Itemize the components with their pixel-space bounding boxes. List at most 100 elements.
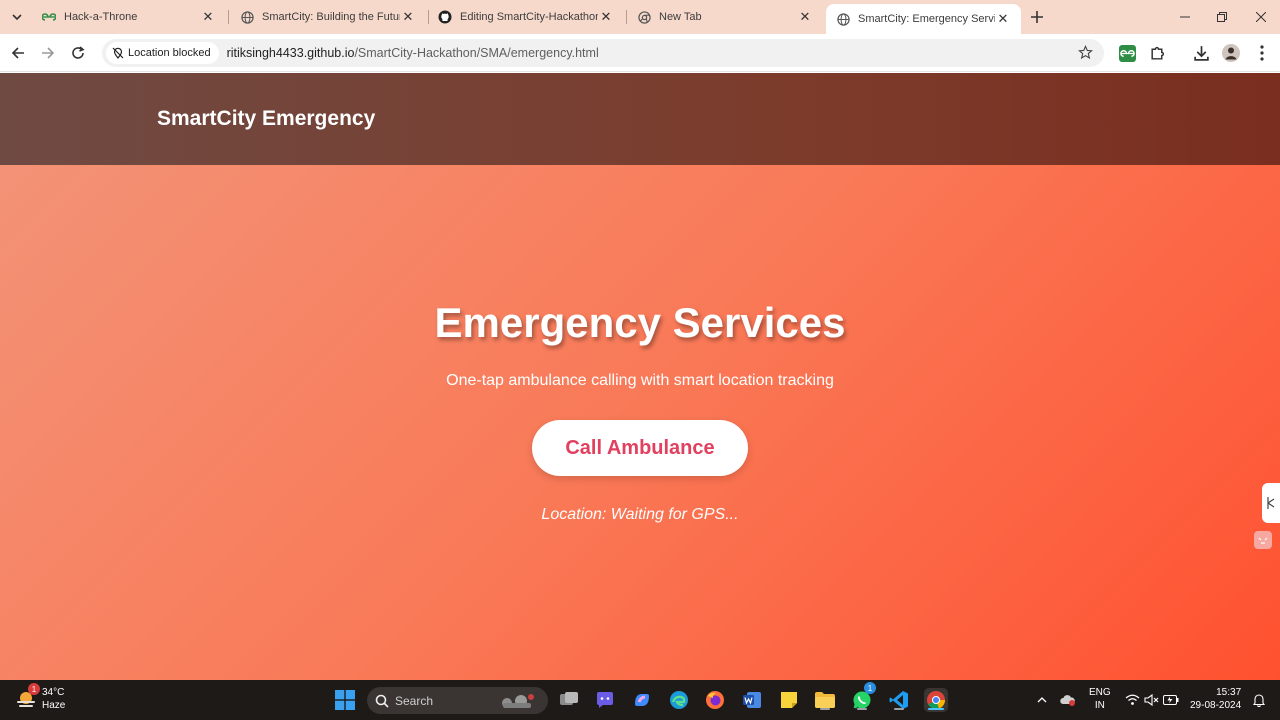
close-icon[interactable]: ✕ <box>797 9 813 25</box>
call-ambulance-button[interactable]: Call Ambulance <box>532 420 748 476</box>
side-panel-icon <box>1267 497 1275 509</box>
reload-icon <box>72 46 85 59</box>
app-running-indicator <box>820 708 830 710</box>
vscode-icon <box>889 691 908 709</box>
taskbar-app-copilot[interactable] <box>630 688 654 712</box>
taskbar-app-file-explorer[interactable] <box>813 688 837 712</box>
close-icon[interactable]: ✕ <box>598 9 614 25</box>
copilot-icon <box>635 694 649 706</box>
globe-icon <box>836 12 850 26</box>
tab-hack-a-throne[interactable]: Hack-a-Throne ✕ <box>32 0 226 34</box>
close-icon <box>1256 12 1266 22</box>
location-status: Location: Waiting for GPS... <box>541 506 739 523</box>
lang-top: ENG <box>1089 687 1111 698</box>
chrome-icon <box>637 10 651 24</box>
taskbar-app-whatsapp[interactable]: 1 <box>850 682 876 712</box>
globe-icon <box>240 10 254 24</box>
chevron-up-icon <box>1037 697 1047 703</box>
edge-icon <box>670 691 688 709</box>
tab-emergency-services[interactable]: SmartCity: Emergency Services ✕ <box>826 4 1021 34</box>
weather-desc: Haze <box>42 700 66 711</box>
url-path: /SmartCity-Hackathon/SMA/emergency.html <box>354 46 599 60</box>
chrome-menu-button[interactable] <box>1252 43 1272 63</box>
close-window-button[interactable] <box>1249 6 1273 28</box>
close-icon[interactable]: ✕ <box>200 9 216 25</box>
github-icon <box>438 10 452 24</box>
profile-button[interactable] <box>1221 43 1241 63</box>
hero-title: Emergency Services <box>434 299 846 346</box>
task-view-button[interactable] <box>557 688 581 712</box>
start-button[interactable] <box>333 688 357 712</box>
minimize-button[interactable] <box>1173 6 1197 28</box>
windows-icon <box>335 690 355 710</box>
restore-button[interactable] <box>1210 6 1234 28</box>
taskbar-search-input[interactable] <box>395 693 505 708</box>
taskbar-app-vscode[interactable] <box>887 688 911 712</box>
taskbar-app-edge[interactable] <box>667 688 691 712</box>
gfg-icon <box>42 10 56 24</box>
forward-button[interactable] <box>37 42 59 64</box>
gfg-extension-button[interactable] <box>1117 43 1137 63</box>
volume-button[interactable] <box>1143 692 1159 708</box>
location-off-icon <box>112 47 124 59</box>
reload-button[interactable] <box>67 42 89 64</box>
lang-bottom: IN <box>1094 700 1105 711</box>
extensions-button[interactable] <box>1147 43 1167 63</box>
wifi-button[interactable] <box>1124 692 1140 708</box>
language-indicator[interactable]: ENG IN <box>1089 686 1111 712</box>
url-host: ritiksingh4433.github.io <box>226 46 355 60</box>
weather-haze-icon: 1 <box>14 683 40 711</box>
downloads-button[interactable] <box>1191 43 1211 63</box>
floating-extension-button[interactable] <box>1254 531 1272 549</box>
new-tab-button[interactable] <box>1027 7 1047 27</box>
sticky-notes-icon <box>781 692 797 708</box>
close-icon[interactable]: ✕ <box>400 9 416 25</box>
tab-title: SmartCity: Emergency Services <box>858 13 995 25</box>
address-bar[interactable]: Location blocked ritiksingh4433.github.i… <box>102 39 1104 67</box>
tab-title: New Tab <box>659 11 702 23</box>
taskbar-app-word[interactable] <box>740 688 764 712</box>
location-blocked-chip[interactable]: Location blocked <box>106 42 219 64</box>
taskbar-search[interactable] <box>367 687 548 714</box>
url-text: ritiksingh4433.github.io/SmartCity-Hacka… <box>227 46 599 60</box>
minimize-icon <box>1180 16 1190 18</box>
taskbar-app-firefox[interactable] <box>703 688 727 712</box>
more-vertical-icon <box>1260 45 1264 61</box>
tab-new-tab[interactable]: New Tab ✕ <box>627 0 823 34</box>
taskbar-app-sticky-notes[interactable] <box>777 688 801 712</box>
taskbar-app-meet[interactable] <box>593 688 617 712</box>
side-panel-handle[interactable] <box>1262 483 1280 523</box>
task-view-icon <box>560 692 578 705</box>
clock-time: 15:37 <box>1216 687 1242 698</box>
puzzle-icon <box>1150 46 1164 60</box>
tab-divider <box>228 10 229 24</box>
weather-widget[interactable]: 1 34°C Haze <box>14 683 65 712</box>
tab-search-button[interactable] <box>6 6 28 28</box>
browser-toolbar: Location blocked ritiksingh4433.github.i… <box>0 34 1280 72</box>
show-hidden-icons-button[interactable] <box>1034 692 1050 708</box>
tab-title: SmartCity: Building the Future <box>262 11 400 23</box>
hero-subtitle: One-tap ambulance calling with smart loc… <box>446 372 834 389</box>
tab-github-editing[interactable]: Editing SmartCity-Hackathon/R ✕ <box>428 0 624 34</box>
onedrive-button[interactable] <box>1060 692 1076 708</box>
back-button[interactable] <box>7 42 29 64</box>
chat-icon <box>597 692 613 708</box>
arrow-right-icon <box>42 47 55 59</box>
star-icon <box>1078 45 1093 60</box>
weather-text: 34°C Haze <box>42 686 65 712</box>
site-brand[interactable]: SmartCity Emergency <box>157 107 375 131</box>
clock[interactable]: 15:37 29-08-2024 <box>1190 686 1241 712</box>
notifications-button[interactable] <box>1251 692 1267 708</box>
tab-title: Hack-a-Throne <box>64 11 138 23</box>
chevron-down-icon <box>12 14 22 21</box>
tab-smartcity-building[interactable]: SmartCity: Building the Future ✕ <box>230 0 426 34</box>
chrome-icon <box>927 691 945 710</box>
weather-badge: 1 <box>28 683 40 695</box>
battery-button[interactable] <box>1163 692 1179 708</box>
taskbar-app-chrome[interactable] <box>924 688 948 712</box>
face-icon <box>1258 537 1268 544</box>
bookmark-star-button[interactable] <box>1078 45 1094 61</box>
close-icon[interactable]: ✕ <box>995 11 1011 27</box>
windows-taskbar: 1 34°C Haze 1 <box>0 680 1280 720</box>
plus-icon <box>1031 11 1043 23</box>
